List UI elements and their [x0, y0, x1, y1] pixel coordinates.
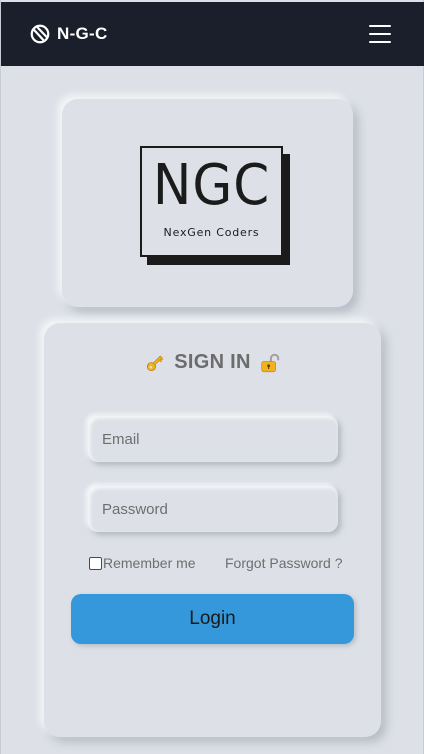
remember-me-control[interactable]: Remember me — [88, 555, 196, 571]
logo-sub-text: NexGen Coders — [163, 226, 260, 239]
ngc-logo: NGC NexGen Coders — [140, 146, 290, 266]
hamburger-menu-icon[interactable] — [369, 25, 391, 43]
remember-me-checkbox[interactable] — [89, 556, 102, 570]
forgot-password-link[interactable]: Forgot Password ? — [225, 555, 343, 571]
brand-name: N-G-C — [57, 24, 108, 43]
password-field-wrapper — [88, 486, 338, 532]
hamburger-bar — [369, 41, 391, 43]
page: N-G-C NGC NexGen Coders SIGN IN Email Re… — [0, 0, 424, 754]
key-icon — [147, 355, 164, 371]
hamburger-bar — [369, 25, 391, 27]
top-navbar: N-G-C — [1, 2, 424, 66]
logo-main-text: NGC — [152, 153, 271, 218]
brand-link[interactable]: N-G-C — [29, 23, 108, 45]
signin-heading: SIGN IN — [44, 351, 381, 374]
email-field-wrapper — [88, 416, 338, 462]
login-button[interactable]: Login — [71, 594, 354, 644]
email-input[interactable] — [88, 416, 338, 462]
signin-card: SIGN IN Remember me Forgot Password ? Lo… — [44, 323, 381, 737]
logo-card: NGC NexGen Coders — [62, 99, 353, 307]
password-input[interactable] — [88, 486, 338, 532]
unlocked-padlock-icon — [261, 353, 280, 372]
signin-title: SIGN IN — [174, 351, 251, 373]
hamburger-bar — [369, 33, 391, 35]
remember-me-label: Remember me — [103, 555, 196, 571]
logo-frame: NGC NexGen Coders — [140, 146, 283, 257]
spinner-logo-icon — [30, 24, 50, 44]
